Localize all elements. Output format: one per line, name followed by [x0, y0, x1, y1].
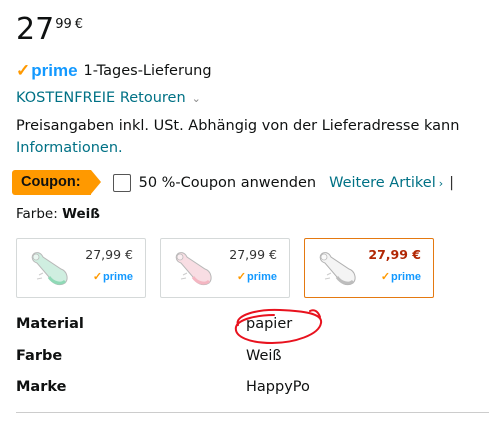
prime-logo: ✓ prime: [380, 270, 421, 284]
chevron-down-icon[interactable]: ⌄: [192, 92, 201, 105]
spec-row-brand: Marke HappyPo: [16, 379, 476, 401]
more-items-label: Weitere Artikel: [329, 174, 436, 191]
swatch-price: 27,99 €: [229, 247, 277, 262]
color-selector-label: Farbe: Weiß: [16, 206, 100, 222]
prime-logo-text: prime: [31, 61, 78, 80]
coupon-row: Coupon: 50 %-Coupon anwenden Weitere Art…: [12, 170, 454, 195]
spec-key: Marke: [16, 379, 67, 395]
spec-key: Material: [16, 316, 84, 332]
information-link[interactable]: Informationen.: [16, 138, 123, 159]
prime-check-icon: ✓: [236, 271, 247, 283]
price-fraction: 99: [55, 17, 72, 32]
separator: |: [449, 174, 455, 191]
swatch-white-selected[interactable]: 27,99 € ✓ prime: [304, 238, 434, 298]
spec-key: Farbe: [16, 348, 63, 364]
prime-logo[interactable]: ✓ prime: [16, 61, 78, 81]
coupon-badge: Coupon:: [12, 170, 101, 195]
spec-value: HappyPo: [246, 379, 310, 395]
prime-delivery-row: ✓ prime 1-Tages-Lieferung: [16, 61, 212, 81]
prime-logo: ✓ prime: [236, 270, 277, 284]
price-whole: 27: [16, 12, 55, 47]
swatch-price: 27,99 €: [368, 247, 421, 262]
price-currency: €: [74, 17, 84, 32]
price: 27 99 €: [16, 10, 83, 50]
coupon-label[interactable]: 50 %-Coupon anwenden: [139, 175, 317, 191]
prime-check-icon: ✓: [380, 271, 391, 283]
legal-notice: Preisangaben inkl. USt. Abhängig von der…: [16, 118, 460, 134]
free-returns-link[interactable]: KOSTENFREIE Retouren ⌄: [16, 90, 201, 106]
spec-row-color: Farbe Weiß: [16, 348, 476, 370]
swatch-pink[interactable]: 27,99 € ✓ prime: [160, 238, 290, 298]
product-image-white: [319, 252, 356, 286]
prime-check-icon: ✓: [16, 61, 31, 80]
prime-check-icon: ✓: [92, 271, 103, 283]
color-label: Farbe:: [16, 206, 58, 222]
product-image-mint: [31, 252, 68, 286]
prime-logo-text: prime: [103, 270, 133, 283]
color-value: Weiß: [62, 206, 100, 222]
more-items-link[interactable]: Weitere Artikel ›: [329, 175, 443, 191]
divider: [16, 412, 489, 413]
swatch-price: 27,99 €: [85, 247, 133, 262]
chevron-right-icon: ›: [438, 176, 444, 190]
swatch-mint[interactable]: 27,99 € ✓ prime: [16, 238, 146, 298]
delivery-text: 1-Tages-Lieferung: [83, 63, 212, 79]
coupon-checkbox[interactable]: [112, 173, 131, 192]
prime-logo: ✓ prime: [92, 270, 133, 284]
free-returns-label: KOSTENFREIE Retouren: [16, 90, 186, 106]
red-annotation-circle: [234, 308, 323, 345]
product-image-pink: [175, 252, 212, 286]
prime-logo-text: prime: [391, 270, 421, 283]
prime-logo-text: prime: [247, 270, 277, 283]
